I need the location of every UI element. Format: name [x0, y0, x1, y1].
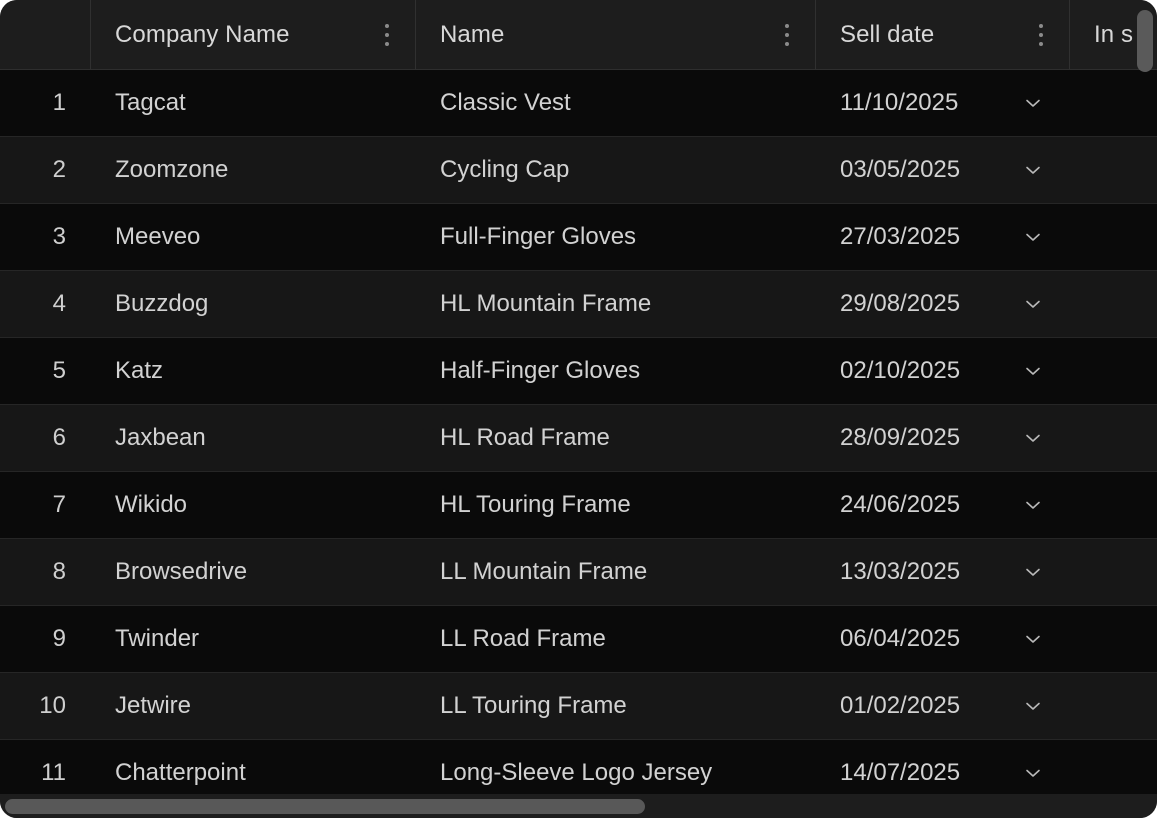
cell-name[interactable]: HL Road Frame	[416, 405, 816, 471]
cell-index: 9	[0, 606, 91, 672]
cell-name[interactable]: LL Mountain Frame	[416, 539, 816, 605]
cell-sell_date[interactable]: 13/03/2025	[816, 539, 1070, 605]
cell-name[interactable]: LL Road Frame	[416, 606, 816, 672]
cell-sell_date[interactable]: 24/06/2025	[816, 472, 1070, 538]
cell-company_name[interactable]: Buzzdog	[91, 271, 416, 337]
kebab-menu-icon[interactable]	[384, 24, 389, 46]
cell-company_name[interactable]: Browsedrive	[91, 539, 416, 605]
cell-index: 11	[0, 740, 91, 798]
cell-index: 4	[0, 271, 91, 337]
cell-name[interactable]: LL Touring Frame	[416, 673, 816, 739]
cell-index: 5	[0, 338, 91, 404]
table-row[interactable]: 6JaxbeanHL Road Frame28/09/2025	[0, 405, 1157, 472]
cell-company_name[interactable]: Jetwire	[91, 673, 416, 739]
table-row[interactable]: 9TwinderLL Road Frame06/04/2025	[0, 606, 1157, 673]
cell-name[interactable]: Half-Finger Gloves	[416, 338, 816, 404]
grid-header-row: Company Name Name Sell date In s	[0, 0, 1157, 70]
cell-company_name[interactable]: Twinder	[91, 606, 416, 672]
cell-sell_date[interactable]: 06/04/2025	[816, 606, 1070, 672]
horizontal-scrollbar[interactable]	[0, 794, 1157, 818]
table-row[interactable]: 3MeeveoFull-Finger Gloves27/03/2025	[0, 204, 1157, 271]
cell-company_name[interactable]: Zoomzone	[91, 137, 416, 203]
cell-company_name[interactable]: Meeveo	[91, 204, 416, 270]
table-row[interactable]: 4BuzzdogHL Mountain Frame29/08/2025	[0, 271, 1157, 338]
table-row[interactable]: 1TagcatClassic Vest11/10/2025	[0, 70, 1157, 137]
column-header-sell_date[interactable]: Sell date	[816, 0, 1070, 69]
vertical-scrollbar-thumb[interactable]	[1137, 10, 1153, 72]
cell-index: 7	[0, 472, 91, 538]
cell-sell_date[interactable]: 14/07/2025	[816, 740, 1070, 798]
cell-name[interactable]: HL Mountain Frame	[416, 271, 816, 337]
table-row[interactable]: 5KatzHalf-Finger Gloves02/10/2025	[0, 338, 1157, 405]
cell-name[interactable]: HL Touring Frame	[416, 472, 816, 538]
cell-company_name[interactable]: Jaxbean	[91, 405, 416, 471]
cell-index: 10	[0, 673, 91, 739]
table-row[interactable]: 8BrowsedriveLL Mountain Frame13/03/2025	[0, 539, 1157, 606]
cell-sell_date[interactable]: 27/03/2025	[816, 204, 1070, 270]
cell-sell_date[interactable]: 29/08/2025	[816, 271, 1070, 337]
column-header-company_name[interactable]: Company Name	[91, 0, 416, 69]
cell-index: 6	[0, 405, 91, 471]
data-grid: Company Name Name Sell date In s 1TagcatCla…	[0, 0, 1157, 818]
cell-name[interactable]: Long-Sleeve Logo Jersey	[416, 740, 816, 798]
cell-company_name[interactable]: Tagcat	[91, 70, 416, 136]
table-row[interactable]: 11ChatterpointLong-Sleeve Logo Jersey14/…	[0, 740, 1157, 798]
column-header-name[interactable]: Name	[416, 0, 816, 69]
cell-name[interactable]: Full-Finger Gloves	[416, 204, 816, 270]
cell-company_name[interactable]: Chatterpoint	[91, 740, 416, 798]
cell-company_name[interactable]: Katz	[91, 338, 416, 404]
horizontal-scrollbar-thumb[interactable]	[5, 799, 645, 814]
kebab-menu-icon[interactable]	[784, 24, 789, 46]
cell-sell_date[interactable]: 28/09/2025	[816, 405, 1070, 471]
cell-sell_date[interactable]: 02/10/2025	[816, 338, 1070, 404]
column-header-index[interactable]	[0, 0, 91, 69]
column-header-label: In s	[1070, 21, 1133, 49]
kebab-menu-icon[interactable]	[1038, 24, 1043, 46]
cell-company_name[interactable]: Wikido	[91, 472, 416, 538]
cell-index: 1	[0, 70, 91, 136]
column-header-label: Name	[416, 21, 504, 49]
cell-name[interactable]: Cycling Cap	[416, 137, 816, 203]
cell-name[interactable]: Classic Vest	[416, 70, 816, 136]
table-row[interactable]: 2ZoomzoneCycling Cap03/05/2025	[0, 137, 1157, 204]
table-row[interactable]: 7WikidoHL Touring Frame24/06/2025	[0, 472, 1157, 539]
table-row[interactable]: 10JetwireLL Touring Frame01/02/2025	[0, 673, 1157, 740]
grid-body[interactable]: 1TagcatClassic Vest11/10/20252ZoomzoneCy…	[0, 70, 1157, 798]
cell-index: 3	[0, 204, 91, 270]
cell-index: 8	[0, 539, 91, 605]
column-header-label: Company Name	[91, 21, 290, 49]
cell-sell_date[interactable]: 11/10/2025	[816, 70, 1070, 136]
column-header-label: Sell date	[816, 21, 934, 49]
cell-sell_date[interactable]: 01/02/2025	[816, 673, 1070, 739]
cell-sell_date[interactable]: 03/05/2025	[816, 137, 1070, 203]
cell-index: 2	[0, 137, 91, 203]
vertical-scrollbar[interactable]	[1137, 6, 1153, 788]
